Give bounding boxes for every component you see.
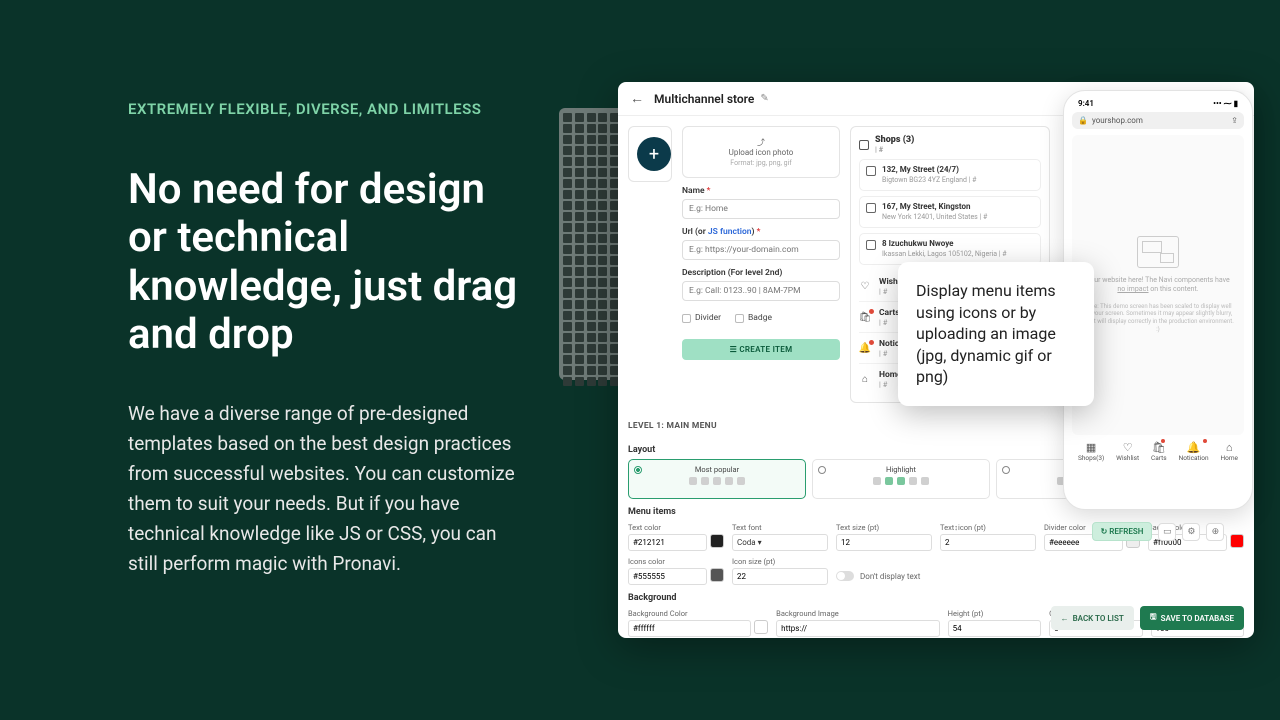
icons-color-label: Icons color [628, 557, 724, 566]
phone-nav-item[interactable]: 🔔Notication [1179, 441, 1209, 462]
description-label: Description (For level 2nd) [682, 268, 840, 278]
phone-nav-item[interactable]: ♡Wishlist [1116, 441, 1139, 462]
text-color-input[interactable] [628, 534, 707, 551]
phone-placeholder-text: Your website here! The Navi components h… [1086, 276, 1229, 284]
phone-preview-body: Your website here! The Navi components h… [1072, 135, 1244, 435]
refresh-button[interactable]: ↻ REFRESH [1092, 522, 1153, 541]
icon-picker-grid[interactable] [559, 108, 624, 380]
text-icon-gap-label: Text↕icon (pt) [940, 523, 1036, 532]
target-icon[interactable]: ⊕ [1206, 523, 1224, 541]
shop-item[interactable]: 167, My Street, KingstonNew York 12401, … [859, 196, 1041, 228]
device-desktop-icon[interactable]: ▭ [1158, 523, 1176, 541]
lock-icon: 🔒 [1078, 116, 1088, 125]
share-icon[interactable]: ⇪ [1231, 116, 1238, 125]
dont-display-text-toggle[interactable] [836, 571, 854, 581]
bg-image-input[interactable] [776, 620, 940, 637]
text-size-label: Text size (pt) [836, 523, 932, 532]
upload-hint: Format: jpg, png, gif [687, 159, 835, 167]
shop-icon [859, 140, 869, 150]
shop-item[interactable]: 8 Izuchukwu NwoyeIkassan Lekki, Lagos 10… [859, 233, 1041, 265]
icons-color-input[interactable] [628, 568, 707, 585]
save-to-database-button[interactable]: 🖫 SAVE TO DATABASE [1140, 606, 1244, 630]
phone-nav-item[interactable]: ▦Shops(3) [1078, 441, 1104, 462]
layout-option[interactable]: Highlight [812, 459, 990, 499]
eyebrow-text: EXTREMELY FLEXIBLE, DIVERSE, AND LIMITLE… [128, 100, 528, 118]
nav-icon: 🛍 [859, 311, 871, 323]
icon-size-label: Icon size (pt) [732, 557, 828, 566]
url-input[interactable] [682, 240, 840, 260]
text-font-select[interactable]: Coda ▾ [732, 534, 828, 551]
phone-url-bar[interactable]: 🔒yourshop.com⇪ [1072, 112, 1244, 129]
divider-checkbox[interactable]: Divider [682, 313, 721, 323]
bg-color-label: Background Color [628, 609, 768, 618]
text-font-label: Text font [732, 523, 828, 532]
nav-icon: 🔔 [859, 342, 871, 354]
phone-time: 9:41 [1078, 99, 1094, 108]
location-icon [866, 203, 876, 213]
add-item-card: + [628, 126, 672, 182]
bg-height-label: Height (pt) [948, 609, 1041, 618]
dont-display-text-label: Don't display text [860, 572, 920, 581]
placeholder-illustration [1137, 236, 1179, 268]
back-arrow-icon[interactable]: ← [630, 90, 644, 107]
background-section-label: Background [628, 593, 1244, 603]
upload-icon-photo[interactable]: ⤴ Upload icon photo Format: jpg, png, gi… [682, 126, 840, 178]
phone-status-icons: ••• ⁓ ▮ [1213, 99, 1238, 108]
shop-item[interactable]: 132, My Street (24/7)Bigtown BG23 4YZ En… [859, 159, 1041, 191]
phone-note: Note: This demo screen has been scaled t… [1082, 303, 1234, 334]
upload-label: Upload icon photo [687, 148, 835, 157]
bg-image-label: Background Image [776, 609, 940, 618]
nav-icon: ♡ [859, 280, 871, 292]
bg-height-input[interactable] [948, 620, 1041, 637]
location-icon [866, 240, 876, 250]
page-title: Multichannel store [654, 92, 754, 106]
name-input[interactable] [682, 199, 840, 219]
icon-size-input[interactable] [732, 568, 828, 585]
hero-headline: No need for design or technical knowledg… [128, 166, 528, 359]
bg-color-swatch[interactable] [754, 620, 768, 634]
add-button[interactable]: + [637, 137, 671, 171]
layout-option[interactable]: Most popular [628, 459, 806, 499]
phone-nav-item[interactable]: 🛍Carts [1151, 441, 1167, 462]
badge-checkbox[interactable]: Badge [735, 313, 772, 323]
hero-body: We have a diverse range of pre-designed … [128, 399, 528, 579]
bg-color-input[interactable] [628, 620, 751, 637]
text-color-label: Text color [628, 523, 724, 532]
edit-icon[interactable]: ✎ [760, 93, 768, 104]
text-color-swatch[interactable] [710, 534, 724, 548]
shops-heading[interactable]: Shops (3)| # [859, 135, 1041, 154]
back-to-list-button[interactable]: ← BACK TO LIST [1051, 606, 1134, 630]
phone-nav-item[interactable]: ⌂Home [1220, 441, 1238, 462]
name-label: Name * [682, 186, 840, 196]
url-label: Url (or JS function) * [682, 227, 840, 237]
phone-bottom-nav: ▦Shops(3) ♡Wishlist 🛍Carts 🔔Notication ⌂Home [1072, 441, 1244, 462]
js-function-link[interactable]: JS function [708, 227, 752, 237]
text-size-input[interactable] [836, 534, 932, 551]
location-icon [866, 166, 876, 176]
create-item-button[interactable]: ☰ CREATE ITEM [682, 339, 840, 360]
icons-color-swatch[interactable] [710, 568, 724, 582]
feature-callout: Display menu items using icons or by upl… [898, 262, 1094, 406]
text-icon-gap-input[interactable] [940, 534, 1036, 551]
settings-icon[interactable]: ⚙ [1182, 523, 1200, 541]
upload-icon: ⤴ [687, 137, 835, 148]
description-input[interactable] [682, 281, 840, 301]
nav-icon: ⌂ [859, 373, 871, 385]
